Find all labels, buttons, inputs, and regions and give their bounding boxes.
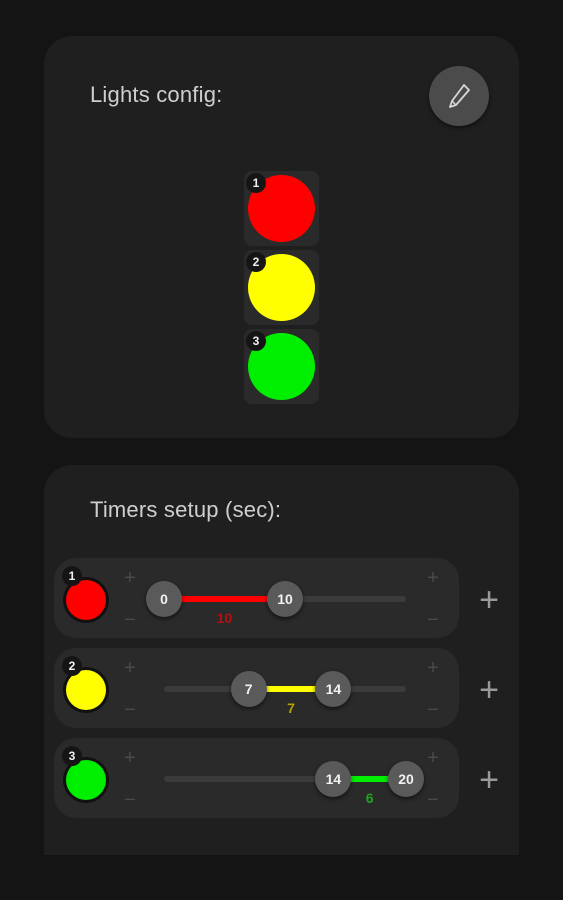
start-increase-button[interactable]: + [120,748,140,768]
duration-label: 6 [365,790,374,806]
timers-setup-title: Timers setup (sec): [90,497,282,522]
start-decrease-button[interactable]: − [120,700,140,720]
light-number-badge: 2 [62,656,82,676]
timer-row-2: 2 + − 7 14 7 + − [54,648,459,728]
end-handle[interactable]: 20 [388,761,424,797]
start-handle[interactable]: 7 [230,671,267,707]
edit-lights-button[interactable] [429,66,489,126]
add-timer-button-3[interactable]: + [477,763,501,797]
start-increase-button[interactable]: + [120,568,140,588]
red-light-icon [66,580,106,620]
light-number-badge: 1 [246,173,266,193]
yellow-light-icon [66,670,106,710]
light-number-badge: 3 [246,331,266,351]
end-decrease-button[interactable]: − [423,610,443,630]
end-decrease-button[interactable]: − [423,700,443,720]
start-handle[interactable]: 0 [146,581,182,617]
pencil-icon [449,84,470,108]
light-number-badge: 1 [62,566,82,586]
end-handle[interactable]: 14 [315,671,352,707]
end-increase-button[interactable]: + [423,568,443,588]
lights-config-title: Lights config: [90,82,223,107]
light-1[interactable]: 1 [244,171,319,246]
start-increase-button[interactable]: + [120,658,140,678]
timer-row-1: 1 + − 0 10 10 + − [54,558,459,638]
light-number-badge: 3 [62,746,82,766]
start-decrease-button[interactable]: − [120,610,140,630]
end-decrease-button[interactable]: − [423,790,443,810]
start-decrease-button[interactable]: − [120,790,140,810]
add-timer-button-1[interactable]: + [477,583,501,617]
start-handle[interactable]: 14 [315,761,352,797]
end-handle[interactable]: 10 [267,581,303,617]
end-increase-button[interactable]: + [423,658,443,678]
lights-config-card: Lights config: 1 2 3 [44,36,519,438]
green-light-icon [66,760,106,800]
timer-row-3: 3 + − 14 20 6 + − [54,738,459,818]
light-number-badge: 2 [246,252,266,272]
end-increase-button[interactable]: + [423,748,443,768]
duration-label: 10 [216,610,233,626]
duration-label: 7 [287,700,295,716]
add-timer-button-2[interactable]: + [477,673,501,707]
light-3[interactable]: 3 [244,329,319,404]
light-2[interactable]: 2 [244,250,319,325]
